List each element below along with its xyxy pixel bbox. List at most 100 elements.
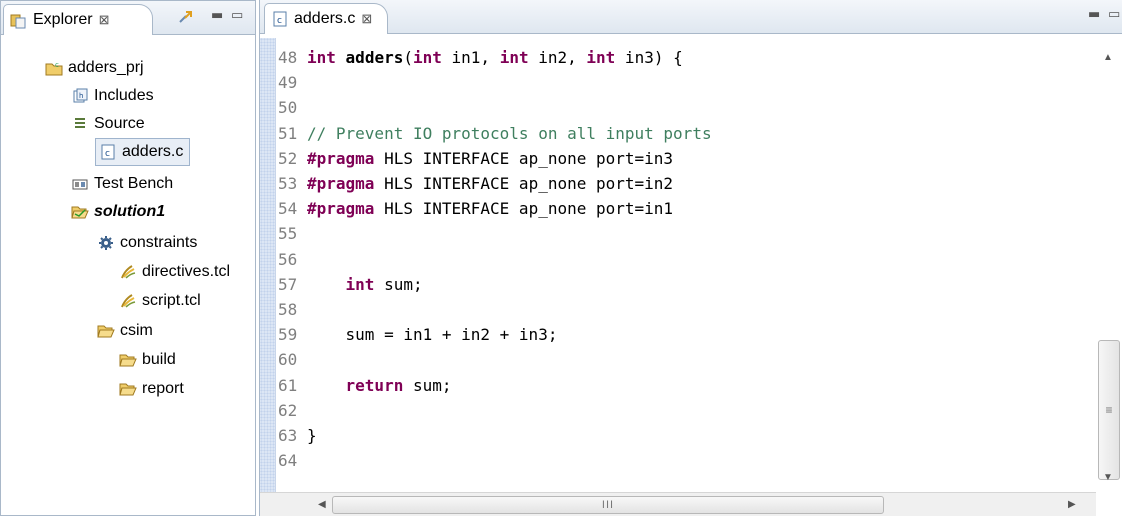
code-line[interactable]: 54 #pragma HLS INTERFACE ap_none port=in1 (278, 197, 673, 221)
editor-tab-label: adders.c (294, 10, 356, 27)
tree-item-label: directives.tcl (142, 263, 231, 280)
tree-item-build[interactable]: build (119, 347, 176, 373)
line-number: 60 (278, 350, 298, 370)
close-icon[interactable]: ⊠ (361, 11, 372, 27)
code-token: // Prevent IO protocols on all input por… (307, 123, 712, 143)
open-folder-icon (119, 380, 137, 398)
code-line[interactable]: 62 (278, 399, 307, 423)
tree-item-label: constraints (120, 234, 198, 251)
c-file-icon: c (99, 143, 117, 161)
maximize-icon[interactable]: ▭ (1108, 7, 1120, 22)
line-number: 56 (278, 249, 298, 269)
line-number: 64 (278, 451, 298, 471)
code-line[interactable]: 49 (278, 71, 307, 95)
explorer-tab-label: Explorer (33, 11, 93, 28)
code-token: int (345, 274, 375, 294)
code-line[interactable]: 58 (278, 298, 307, 322)
code-token: HLS INTERFACE ap_none port=in3 (374, 148, 674, 168)
svg-text:c: c (277, 16, 282, 26)
code-line[interactable]: 51 // Prevent IO protocols on all input p… (278, 122, 712, 146)
code-token: adders (345, 48, 404, 67)
svg-text:c: c (105, 149, 110, 159)
open-folder-icon (71, 203, 89, 221)
constraints-gear-icon (97, 234, 115, 252)
tree-item-label: Includes (94, 87, 154, 104)
close-icon[interactable]: ⊠ (99, 12, 110, 28)
explorer-tab[interactable]: Explorer ⊠ (3, 4, 153, 35)
explorer-tabbar: Explorer ⊠ ▬ ▭ (1, 1, 255, 35)
line-number: 51 (278, 123, 298, 143)
line-number: 62 (278, 400, 298, 420)
line-number: 57 (278, 274, 298, 294)
code-token: sum; (374, 274, 423, 294)
tree-item-source[interactable]: Source (71, 111, 145, 137)
tree-item-constraints[interactable]: constraints (97, 230, 197, 256)
line-number: 50 (278, 98, 298, 118)
vertical-scroll-thumb[interactable]: ≡ (1098, 340, 1120, 480)
code-token: int (412, 48, 442, 67)
code-line[interactable]: 53 #pragma HLS INTERFACE ap_none port=in2 (278, 172, 673, 196)
tcl-script-icon (119, 263, 137, 281)
code-token: HLS INTERFACE ap_none port=in1 (374, 199, 674, 219)
code-line[interactable]: 57 int sum; (278, 273, 423, 297)
editor-panel: c adders.c ⊠ ▬ ▭ 48 int adders(int in1, i… (259, 0, 1122, 516)
code-token: in3) { (615, 48, 683, 67)
minimize-icon[interactable]: ▬ (211, 8, 223, 23)
horizontal-scrollbar[interactable]: ◀ III ▶ (260, 492, 1096, 516)
maximize-icon[interactable]: ▭ (231, 8, 243, 23)
editor-tab-adders-c[interactable]: c adders.c ⊠ (264, 3, 388, 34)
line-number: 49 (278, 73, 298, 93)
code-line[interactable]: 64 (278, 449, 307, 473)
scroll-right-icon[interactable]: ▶ (1068, 499, 1076, 510)
editor-ruler (260, 38, 276, 494)
tree-item-label: Test Bench (94, 175, 174, 192)
code-token: ( (403, 48, 413, 67)
tree-item-script-tcl[interactable]: script.tcl (119, 288, 201, 314)
link-with-editor-icon[interactable] (177, 9, 195, 27)
tcl-script-icon (119, 292, 137, 310)
scroll-up-icon[interactable]: ▲ (1103, 52, 1113, 63)
line-number: 53 (278, 174, 298, 193)
horizontal-scroll-thumb[interactable]: III (332, 496, 884, 514)
tree-item-directives-tcl[interactable]: directives.tcl (119, 259, 230, 285)
code-token: HLS INTERFACE ap_none port=in2 (374, 174, 674, 193)
code-line[interactable]: 63} (278, 424, 317, 448)
code-token: sum; (403, 375, 452, 395)
line-number: 54 (278, 199, 298, 219)
scroll-left-icon[interactable]: ◀ (318, 499, 326, 510)
code-line[interactable]: 52 #pragma HLS INTERFACE ap_none port=in3 (278, 147, 673, 171)
open-folder-icon (119, 351, 137, 369)
code-line[interactable]: 50 (278, 96, 307, 120)
code-line[interactable]: 56 (278, 248, 307, 272)
tree-item-label: build (142, 351, 176, 368)
code-token: in2, (528, 48, 587, 67)
code-token: #pragma (307, 174, 375, 193)
code-line[interactable]: 55 (278, 222, 307, 246)
explorer-panel: Explorer ⊠ ▬ ▭ c adders_prj h Includes S… (0, 0, 256, 516)
line-number: 58 (278, 300, 298, 319)
vertical-scrollbar[interactable]: ▲ ≡ ▼ (1096, 40, 1120, 490)
open-folder-icon (97, 322, 115, 340)
minimize-icon[interactable]: ▬ (1088, 7, 1100, 22)
tree-item-solution1[interactable]: solution1 (71, 199, 165, 225)
tree-item-adders-prj[interactable]: c adders_prj (45, 55, 144, 81)
tree-item-adders-c[interactable]: c adders.c (95, 138, 191, 166)
tree-item-includes[interactable]: h Includes (71, 83, 154, 109)
line-number: 59 (278, 325, 298, 345)
testbench-icon (71, 175, 89, 193)
grip-icon: ≡ (1105, 403, 1113, 417)
tree-item-csim[interactable]: csim (97, 318, 153, 344)
tree-item-test-bench[interactable]: Test Bench (71, 171, 173, 197)
tree-item-label: solution1 (94, 203, 166, 220)
scroll-down-icon[interactable]: ▼ (1103, 472, 1113, 483)
code-line[interactable]: 61 return sum; (278, 374, 452, 398)
code-line[interactable]: 48 int adders(int in1, int in2, int in3) … (278, 46, 683, 70)
code-token: int (499, 48, 529, 67)
tree-item-report[interactable]: report (119, 376, 184, 402)
code-line[interactable]: 60 (278, 348, 307, 372)
code-line[interactable]: 59 sum = in1 + in2 + in3; (278, 323, 557, 347)
svg-text:h: h (79, 92, 83, 100)
